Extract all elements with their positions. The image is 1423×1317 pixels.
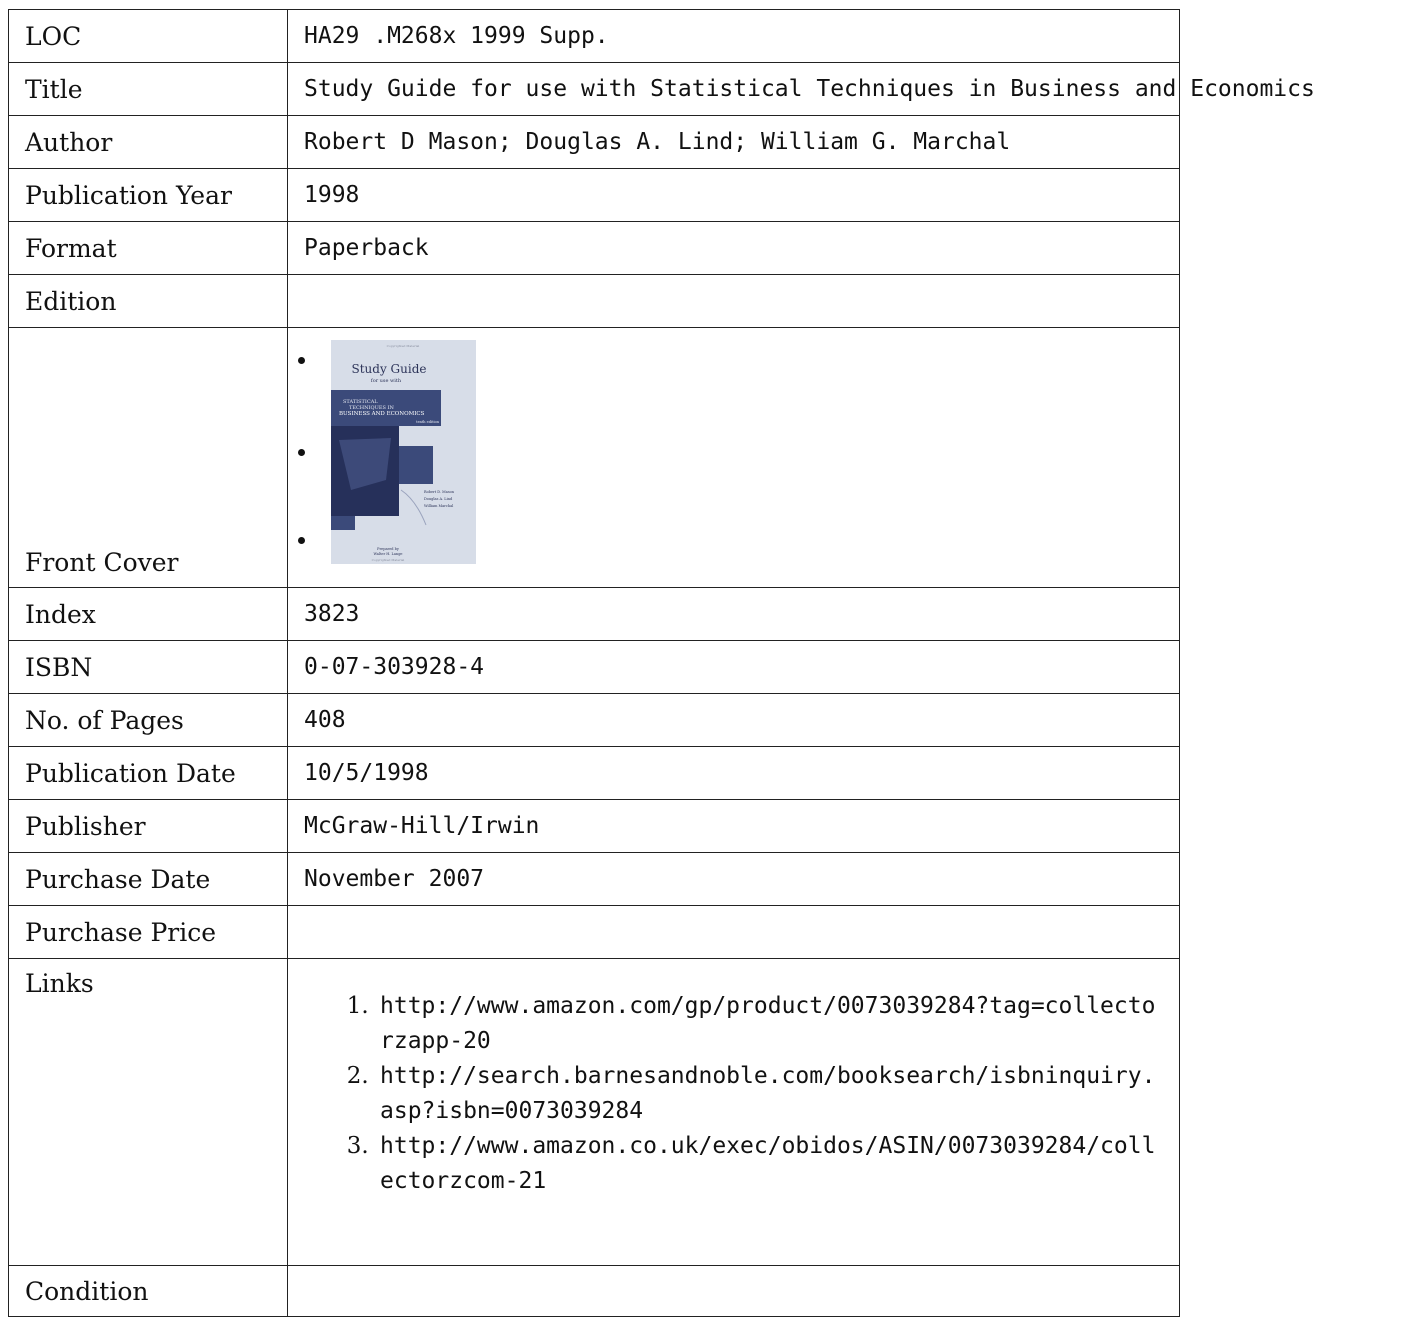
field-label: Purchase Price: [8, 905, 288, 959]
field-label: Format: [8, 221, 288, 275]
row-purchase-price: Purchase Price: [8, 905, 1180, 959]
field-label: Links: [8, 958, 288, 1266]
row-publication-year: Publication Year 1998: [8, 168, 1180, 222]
row-loc: LOC HA29 .M268x 1999 Supp.: [8, 9, 1180, 63]
field-label: ISBN: [8, 640, 288, 694]
field-value: [287, 274, 1180, 328]
link-item[interactable]: http://www.amazon.com/gp/product/0073039…: [376, 989, 1163, 1059]
field-label: Author: [8, 115, 288, 169]
field-label: Title: [8, 62, 288, 116]
links-list: http://www.amazon.com/gp/product/0073039…: [304, 989, 1163, 1199]
row-pages: No. of Pages 408: [8, 693, 1180, 747]
field-label: Publication Date: [8, 746, 288, 800]
field-value: [287, 905, 1180, 959]
field-value: 1998: [287, 168, 1180, 222]
field-label: Purchase Date: [8, 852, 288, 906]
cover-note-bottom: Copyrighted Material: [372, 558, 405, 562]
field-label: Condition: [8, 1265, 288, 1317]
field-value: 10/5/1998: [287, 746, 1180, 800]
field-label: Edition: [8, 274, 288, 328]
field-label: LOC: [8, 9, 288, 63]
cover-author3: William Marchal: [424, 504, 454, 508]
field-label: Front Cover: [8, 327, 288, 588]
link-item[interactable]: http://search.barnesandnoble.com/booksea…: [376, 1059, 1163, 1129]
link-item[interactable]: http://www.amazon.co.uk/exec/obidos/ASIN…: [376, 1129, 1163, 1199]
row-index: Index 3823: [8, 587, 1180, 641]
cover-author2: Douglas A. Lind: [424, 497, 453, 501]
field-value: 408: [287, 693, 1180, 747]
row-front-cover: Front Cover Copyrighted Material Study G…: [8, 327, 1180, 588]
cover-note-top: Copyrighted Material: [387, 344, 420, 348]
book-record-table: LOC HA29 .M268x 1999 Supp. Title Study G…: [8, 9, 1315, 1317]
cover-prepared: Prepared by: [377, 547, 399, 551]
row-publisher: Publisher McGraw-Hill/Irwin: [8, 799, 1180, 853]
cover-subtitle: for use with: [371, 378, 402, 384]
field-value: 3823: [287, 587, 1180, 641]
field-value: HA29 .M268x 1999 Supp.: [287, 9, 1180, 63]
field-value: Study Guide for use with Statistical Tec…: [287, 62, 1315, 116]
row-isbn: ISBN 0-07-303928-4: [8, 640, 1180, 694]
row-purchase-date: Purchase Date November 2007: [8, 852, 1180, 906]
cover-edition: tenth edition: [416, 420, 440, 424]
cover-title: Study Guide: [352, 362, 427, 376]
field-value: Copyrighted Material Study Guide for use…: [287, 327, 1180, 588]
field-value: Robert D Mason; Douglas A. Lind; William…: [287, 115, 1180, 169]
row-publication-date: Publication Date 10/5/1998: [8, 746, 1180, 800]
field-label: Publisher: [8, 799, 288, 853]
row-author: Author Robert D Mason; Douglas A. Lind; …: [8, 115, 1180, 169]
field-value: 0-07-303928-4: [287, 640, 1180, 694]
row-format: Format Paperback: [8, 221, 1180, 275]
row-title: Title Study Guide for use with Statistic…: [8, 62, 1315, 116]
field-label: Publication Year: [8, 168, 288, 222]
bullet-icon: [298, 537, 305, 544]
bullet-icon: [298, 449, 305, 456]
row-condition: Condition: [8, 1265, 1180, 1317]
cover-preparer: Walter H. Lange: [373, 552, 402, 556]
cover-line3: BUSINESS AND ECONOMICS: [339, 411, 425, 417]
cover-container: Copyrighted Material Study Guide for use…: [288, 333, 1179, 582]
cover-author1: Robert D. Mason: [424, 490, 455, 494]
field-value: McGraw-Hill/Irwin: [287, 799, 1180, 853]
front-cover-image: Copyrighted Material Study Guide for use…: [331, 340, 476, 564]
field-value: [287, 1265, 1180, 1317]
field-value: Paperback: [287, 221, 1180, 275]
field-label: Index: [8, 587, 288, 641]
row-links: Links http://www.amazon.com/gp/product/0…: [8, 958, 1180, 1266]
row-edition: Edition: [8, 274, 1180, 328]
bullet-icon: [298, 357, 305, 364]
field-value: November 2007: [287, 852, 1180, 906]
field-value: http://www.amazon.com/gp/product/0073039…: [287, 958, 1180, 1266]
field-label: No. of Pages: [8, 693, 288, 747]
